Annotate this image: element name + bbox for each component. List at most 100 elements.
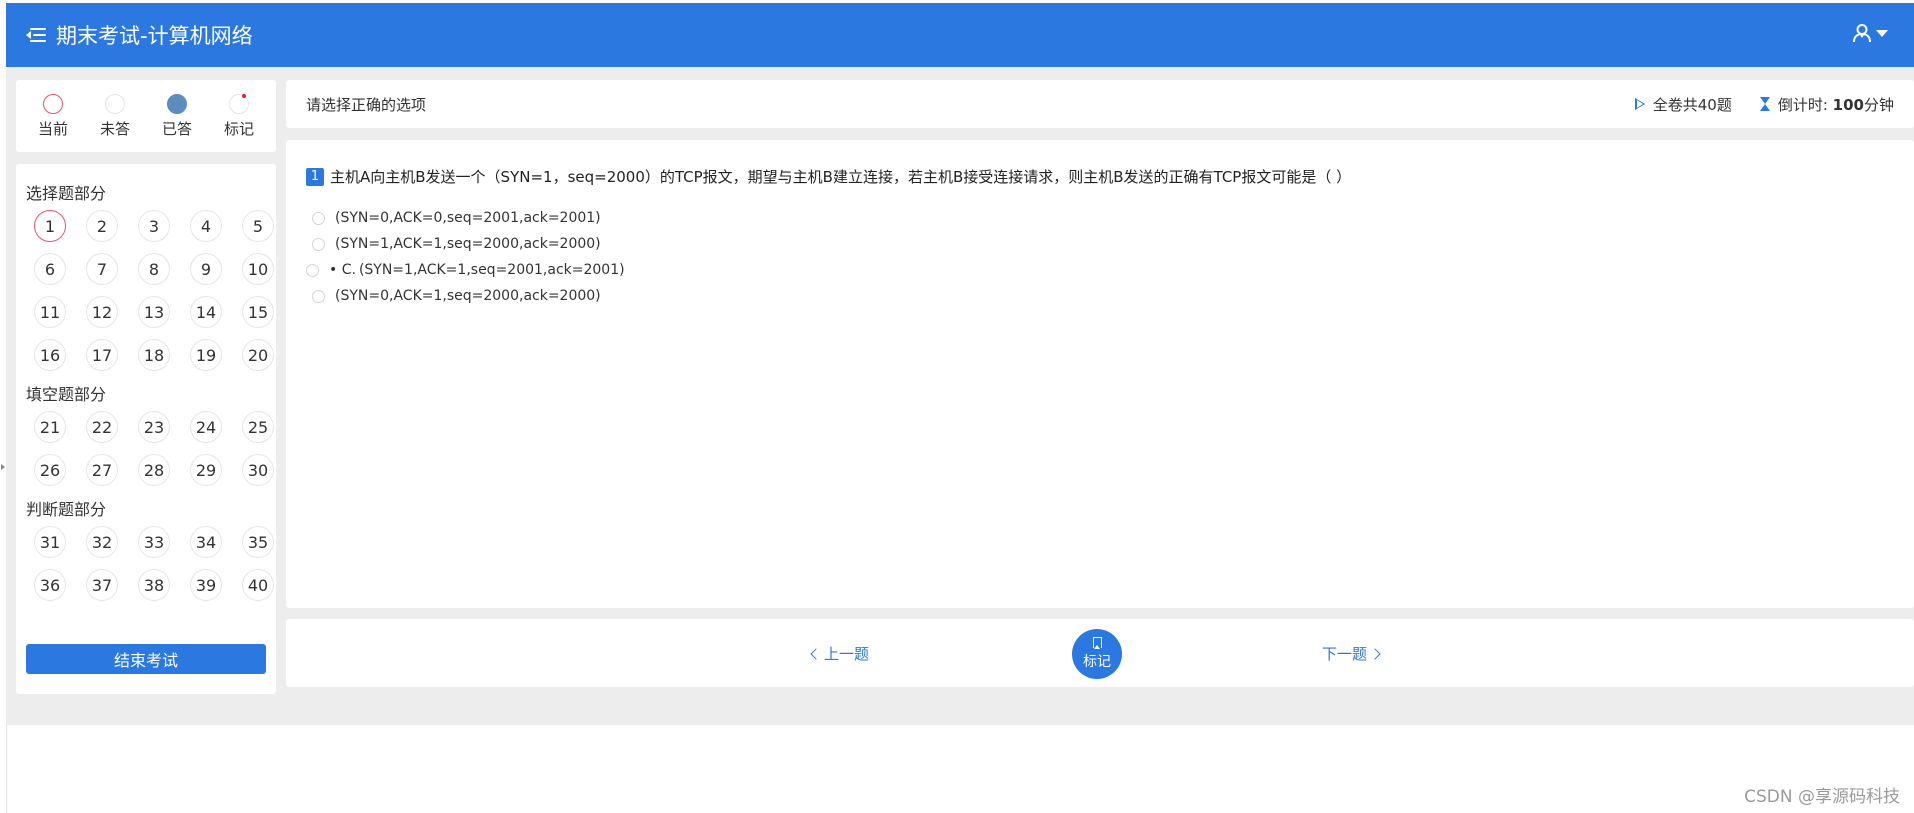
question-number-button[interactable]: 23 — [138, 411, 170, 443]
section-title: 判断题部分 — [26, 500, 107, 519]
question-number-button[interactable]: 32 — [86, 526, 118, 558]
question-number-button[interactable]: 26 — [34, 454, 66, 486]
mark-question-button[interactable]: 标记 — [1072, 629, 1122, 679]
question-number-grid: 1 2 3 4 5 6 7 8 9 10 11 12 13 14 15 16 17 18 19 20 — [34, 210, 274, 371]
question-number-button[interactable]: 13 — [138, 296, 170, 328]
answer-option[interactable]: (SYN=0,ACK=0,seq=2001,ack=2001) — [306, 205, 1894, 231]
question-number-button[interactable]: 22 — [86, 411, 118, 443]
question-number-button[interactable]: 35 — [242, 526, 274, 558]
previous-label: 上一题 — [824, 645, 870, 663]
question-number-button[interactable]: 8 — [138, 253, 170, 285]
option-text: (SYN=0,ACK=1,seq=2000,ack=2000) — [335, 288, 601, 304]
chevron-down-icon — [1876, 29, 1888, 37]
question-navigation-bar: 上一题 标记 下一题 — [286, 619, 1914, 687]
status-legend: 当前 未答 已答 标记 — [16, 80, 276, 152]
radio-button[interactable] — [312, 211, 325, 225]
question-number-button[interactable]: 37 — [86, 569, 118, 601]
radio-button[interactable] — [312, 237, 325, 251]
question-number-button[interactable]: 4 — [190, 210, 222, 242]
app-title: 期末考试-计算机网络 — [56, 24, 253, 48]
timer-label: 倒计时: — [1777, 95, 1828, 114]
question-number-button[interactable]: 28 — [138, 454, 170, 486]
answer-option[interactable]: (SYN=1,ACK=1,seq=2000,ack=2000) — [306, 231, 1894, 257]
countdown-timer: 倒计时: 100分钟 — [1759, 94, 1894, 115]
user-menu[interactable] — [1852, 23, 1888, 43]
question-number-button[interactable]: 25 — [242, 411, 274, 443]
chevron-right-icon — [1369, 647, 1381, 660]
question-number-button[interactable]: 40 — [242, 569, 274, 601]
question-stem: 1 主机A向主机B发送一个（SYN=1，seq=2000）的TCP报文，期望与主… — [306, 166, 1894, 187]
section-title: 选择题部分 — [26, 184, 107, 203]
question-panel: 1 主机A向主机B发送一个（SYN=1，seq=2000）的TCP报文，期望与主… — [286, 140, 1914, 608]
answered-status-icon — [166, 93, 187, 114]
end-exam-button[interactable]: 结束考试 — [26, 644, 266, 674]
question-navigator: 选择题部分 1 2 3 4 5 6 7 8 9 10 11 12 13 14 15 16 17 18 19 20 填空题部… — [16, 164, 276, 694]
question-number-button[interactable]: 33 — [138, 526, 170, 558]
question-number-button[interactable]: 14 — [190, 296, 222, 328]
timer-value: 100 — [1832, 95, 1864, 114]
radio-button[interactable] — [306, 263, 319, 277]
option-text: (SYN=1,ACK=1,seq=2001,ack=2001) — [358, 262, 625, 278]
question-number-button[interactable]: 27 — [86, 454, 118, 486]
total-label: 全卷共40题 — [1652, 95, 1732, 114]
question-number-button[interactable]: 34 — [190, 526, 222, 558]
question-number-button[interactable]: 1 — [34, 210, 66, 242]
question-number-badge: 1 — [306, 167, 324, 186]
previous-question-button[interactable]: 上一题 — [810, 643, 870, 664]
option-text: (SYN=1,ACK=1,seq=2000,ack=2000) — [335, 236, 601, 252]
user-icon — [1853, 24, 1871, 43]
marked-status-icon — [228, 93, 249, 114]
question-number-button[interactable]: 21 — [34, 411, 66, 443]
question-number-button[interactable]: 29 — [190, 454, 222, 486]
question-number-button[interactable]: 12 — [86, 296, 118, 328]
legend-label: 已答 — [161, 119, 192, 138]
timer-unit: 分钟 — [1863, 95, 1894, 114]
instruction-text: 请选择正确的选项 — [306, 95, 427, 114]
question-number-button[interactable]: 11 — [34, 296, 66, 328]
question-number-button[interactable]: 5 — [242, 210, 274, 242]
unanswered-status-icon — [104, 93, 125, 114]
question-number-button[interactable]: 19 — [190, 339, 222, 371]
question-number-button[interactable]: 30 — [242, 454, 274, 486]
next-question-button[interactable]: 下一题 — [1322, 643, 1381, 664]
top-bar: 期末考试-计算机网络 — [6, 3, 1914, 67]
answer-option[interactable]: • C. (SYN=1,ACK=1,seq=2001,ack=2001) — [306, 257, 1894, 283]
question-number-button[interactable]: 9 — [190, 253, 222, 285]
question-number-button[interactable]: 24 — [190, 411, 222, 443]
question-number-button[interactable]: 15 — [242, 296, 274, 328]
option-text: (SYN=0,ACK=0,seq=2001,ack=2001) — [335, 210, 601, 226]
section-title: 填空题部分 — [26, 385, 107, 404]
question-number-button[interactable]: 17 — [86, 339, 118, 371]
question-number-button[interactable]: 39 — [190, 569, 222, 601]
watermark-text: CSDN @享源码科技 — [1744, 787, 1900, 807]
question-number-button[interactable]: 36 — [34, 569, 66, 601]
question-number-button[interactable]: 20 — [242, 339, 274, 371]
question-number-button[interactable]: 3 — [138, 210, 170, 242]
question-number-button[interactable]: 31 — [34, 526, 66, 558]
question-number-button[interactable]: 7 — [86, 253, 118, 285]
question-number-button[interactable]: 38 — [138, 569, 170, 601]
legend-label: 当前 — [37, 119, 68, 138]
collapse-arrow-icon[interactable] — [1, 464, 5, 470]
question-header: 请选择正确的选项 全卷共40题 倒计时: 100分钟 — [286, 80, 1914, 128]
question-number-grid: 31 32 33 34 35 36 37 38 39 40 — [34, 526, 274, 601]
hourglass-icon — [1759, 97, 1770, 111]
legend-item-current: 当前 — [37, 93, 68, 139]
question-number-button[interactable]: 6 — [34, 253, 66, 285]
page-footer-area — [6, 725, 1914, 813]
question-number-button[interactable]: 18 — [138, 339, 170, 371]
menu-toggle-icon[interactable] — [26, 26, 46, 44]
option-prefix: • C. — [329, 262, 356, 278]
question-number-grid: 21 22 23 24 25 26 27 28 29 30 — [34, 411, 274, 486]
current-status-icon — [42, 93, 63, 114]
question-number-button[interactable]: 16 — [34, 339, 66, 371]
legend-label: 未答 — [99, 119, 130, 138]
legend-item-answered: 已答 — [161, 93, 192, 139]
answer-option[interactable]: (SYN=0,ACK=1,seq=2000,ack=2000) — [306, 283, 1894, 309]
legend-item-marked: 标记 — [224, 93, 254, 139]
play-icon — [1634, 98, 1645, 110]
question-number-button[interactable]: 10 — [242, 253, 274, 285]
question-text: 主机A向主机B发送一个（SYN=1，seq=2000）的TCP报文，期望与主机B… — [330, 168, 1352, 186]
question-number-button[interactable]: 2 — [86, 210, 118, 242]
radio-button[interactable] — [312, 289, 325, 303]
